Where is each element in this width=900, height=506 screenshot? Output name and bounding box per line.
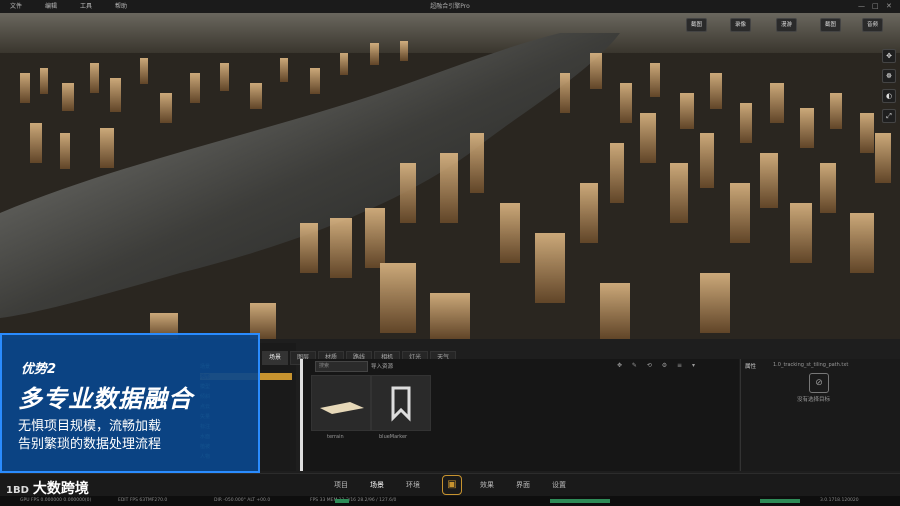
promo-headline: 多专业数据融合 (18, 385, 193, 413)
status-version: 3.0.1718.120020 (820, 498, 859, 503)
roam-button[interactable]: 漫游 (776, 18, 798, 32)
panel-tabs: 场景 图层 材质 路线 相机 灯光 天气 (262, 344, 458, 365)
properties-path: 1.0_tracking_st_tiling_path.txt (773, 362, 849, 368)
terrain-plane-icon (320, 402, 364, 414)
bottom-nav: 项目 场景 环境 ▣ 效果 界面 设置 (0, 473, 900, 496)
asset-label: blueMarker (379, 434, 408, 440)
nav-project[interactable]: 项目 (334, 474, 348, 496)
city-scene-render (0, 13, 900, 339)
nav-interface[interactable]: 界面 (516, 474, 530, 496)
asset-search-input[interactable]: 搜索 (315, 361, 368, 372)
capture-button[interactable]: 截图 (820, 18, 842, 32)
status-bar: GPU FPS 0.000000 0.000000(0) EDIT FPS 63… (0, 496, 900, 506)
promo-overlay: 优势2 多专业数据融合 无惧项目规模，流畅加载 告别繁琐的数据处理流程 (0, 333, 260, 473)
menubar: 文件 编辑 工具 帮助 超融合引擎Pro — □ ✕ (0, 0, 900, 14)
import-resource-button[interactable]: 导入资源 (371, 362, 393, 370)
asset-label: terrain (327, 434, 344, 440)
tab-scene[interactable]: 场景 (262, 351, 289, 365)
fps-bar (335, 499, 349, 503)
promo-subtitle-2: 告别繁琐的数据处理流程 (18, 437, 162, 452)
maximize-icon[interactable]: □ (872, 0, 879, 13)
nav-settings[interactable]: 设置 (552, 474, 566, 496)
viewport-side-tools: ✥ ☸ ◐ ⤢ (882, 49, 896, 129)
rotate-icon[interactable]: ☸ (882, 69, 896, 83)
asset-thumbnail-terrain[interactable] (311, 375, 371, 431)
brand-mark-icon: 1BD (6, 485, 29, 496)
move-icon[interactable]: ✥ (882, 49, 896, 63)
no-selection-text: 没有选择目标 (797, 397, 831, 403)
record-button[interactable]: 录像 (730, 18, 752, 32)
status-direction: DIR -050.000° ALT +00.0 (214, 498, 271, 503)
no-selection-icon: ⊘ (809, 373, 829, 393)
app-logo-icon[interactable]: ▣ (442, 475, 462, 495)
screenshot-button[interactable]: 截图 (686, 18, 708, 32)
minimize-icon[interactable]: — (858, 0, 865, 13)
fullscreen-icon[interactable]: ⤢ (882, 109, 896, 123)
promo-tag: 优势2 (21, 362, 57, 377)
load-bar (550, 499, 610, 503)
brand-watermark: 1BD 大数跨境 (6, 478, 89, 498)
brand-name: 大数跨境 (32, 481, 89, 497)
bookmark-icon (391, 386, 411, 422)
status-memory: FPS 33 MEM 13.3/16 28.2/96 / 127.6/0 (310, 498, 397, 503)
light-icon[interactable]: ◐ (882, 89, 896, 103)
properties-panel: 属性 1.0_tracking_st_tiling_path.txt ⊘ 没有选… (740, 359, 900, 471)
gpu-bar (760, 499, 800, 503)
nav-effects[interactable]: 效果 (480, 474, 494, 496)
properties-header: 属性 (745, 364, 757, 370)
nav-scene[interactable]: 场景 (370, 474, 384, 496)
promo-subtitle-1: 无惧项目规模，流畅加载 (18, 419, 162, 434)
scene-viewport[interactable]: 截图 录像 漫游 截图 音频 ✥ ☸ ◐ ⤢ (0, 13, 900, 339)
asset-toolbar[interactable]: ✥ ✎ ⟲ ⚙ ≡ ▾ (617, 362, 699, 369)
window-title: 超融合引擎Pro (430, 3, 470, 10)
asset-thumbnail-marker[interactable] (371, 375, 431, 431)
asset-browser: 搜索 导入资源 ✥ ✎ ⟲ ⚙ ≡ ▾ terrain blueMarker (300, 359, 739, 471)
nav-environment[interactable]: 环境 (406, 474, 420, 496)
close-icon[interactable]: ✕ (886, 0, 892, 13)
audio-button[interactable]: 音频 (862, 18, 884, 32)
status-edit-fps: EDIT FPS 63TMF270.0 (118, 498, 168, 503)
